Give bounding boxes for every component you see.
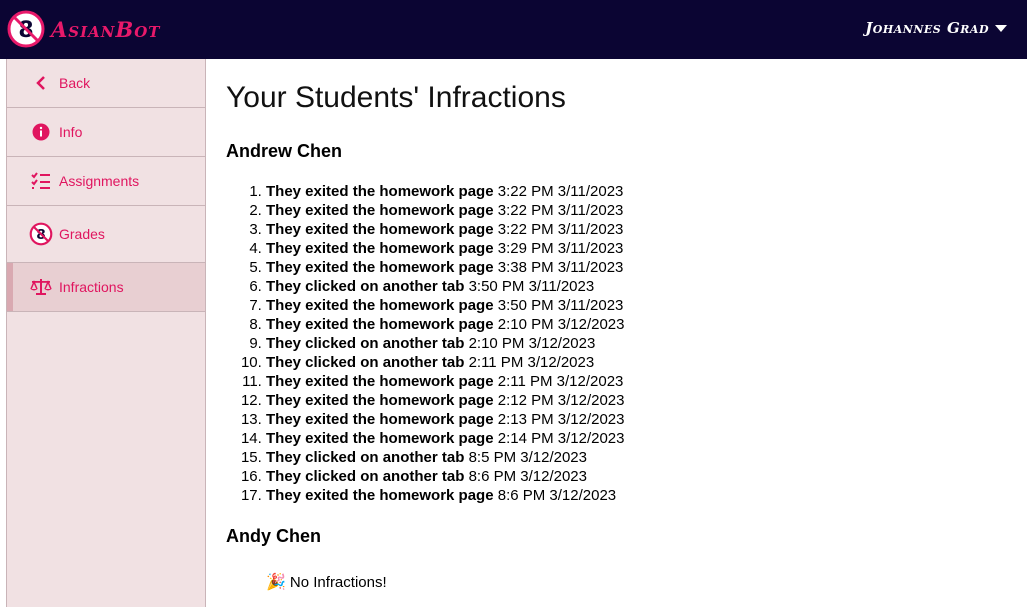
asianbot-logo-icon: 8 xyxy=(6,9,46,49)
infraction-action: They exited the homework page xyxy=(266,316,494,333)
app-logo[interactable]: 8 AsianBot xyxy=(6,9,160,49)
infraction-action: They exited the homework page xyxy=(266,221,494,238)
infraction-time: 2:11 PM 3/12/2023 xyxy=(497,373,624,390)
infraction-action: They clicked on another tab xyxy=(266,468,465,485)
caret-down-icon xyxy=(995,24,1007,32)
infraction-item: They exited the homework page 2:12 PM 3/… xyxy=(266,391,1016,410)
infraction-item: They exited the homework page 2:13 PM 3/… xyxy=(266,410,1016,429)
main-content: Your Students' Infractions Andrew Chen T… xyxy=(226,59,1016,592)
infraction-item: They exited the homework page 3:22 PM 3/… xyxy=(266,182,1016,201)
sidebar-item-label: Assignments xyxy=(59,173,140,189)
infraction-item: They exited the homework page 2:11 PM 3/… xyxy=(266,372,1016,391)
sidebar-item-back[interactable]: Back xyxy=(7,59,205,108)
infraction-time: 3:38 PM 3/11/2023 xyxy=(497,259,624,276)
infraction-time: 3:29 PM 3/11/2023 xyxy=(497,240,624,257)
page-title: Your Students' Infractions xyxy=(226,81,566,114)
infraction-time: 2:11 PM 3/12/2023 xyxy=(468,354,595,371)
infraction-time: 2:14 PM 3/12/2023 xyxy=(497,430,625,447)
infraction-item: They exited the homework page 3:50 PM 3/… xyxy=(266,296,1016,315)
sidebar-item-assignments[interactable]: Assignments xyxy=(7,157,205,206)
infraction-item: They exited the homework page 3:22 PM 3/… xyxy=(266,220,1016,239)
infraction-item: They clicked on another tab 3:50 PM 3/11… xyxy=(266,277,1016,296)
sidebar-item-label: Grades xyxy=(59,226,105,242)
infraction-action: They exited the homework page xyxy=(266,259,494,276)
infraction-time: 8:6 PM 3/12/2023 xyxy=(497,487,617,504)
sidebar-item-grades[interactable]: 8 Grades xyxy=(7,206,205,263)
no-infractions-text: No Infractions! xyxy=(289,573,387,591)
infraction-action: They clicked on another tab xyxy=(266,335,465,352)
infraction-time: 3:22 PM 3/11/2023 xyxy=(497,221,624,238)
sidebar-item-infractions[interactable]: Infractions xyxy=(7,263,205,312)
sidebar-item-info[interactable]: Info xyxy=(7,108,205,157)
infraction-item: They exited the homework page 2:10 PM 3/… xyxy=(266,315,1016,334)
app-name: AsianBot xyxy=(51,16,161,42)
user-menu[interactable]: Johannes Grad xyxy=(865,19,1007,37)
infraction-item: They clicked on another tab 2:11 PM 3/12… xyxy=(266,353,1016,372)
sidebar-item-label: Info xyxy=(59,124,83,140)
no-infractions-message: 🎉 No Infractions! xyxy=(266,572,1016,592)
infraction-time: 3:50 PM 3/11/2023 xyxy=(468,278,595,295)
student-name: Andrew Chen xyxy=(226,141,343,161)
infraction-action: They exited the homework page xyxy=(266,392,494,409)
infraction-time: 3:22 PM 3/11/2023 xyxy=(497,183,624,200)
student-name: Andy Chen xyxy=(226,526,322,546)
infraction-action: They clicked on another tab xyxy=(266,354,465,371)
infraction-action: They exited the homework page xyxy=(266,487,494,504)
info-icon xyxy=(29,120,53,144)
sidebar-item-label: Infractions xyxy=(59,279,124,295)
infraction-item: They clicked on another tab 8:5 PM 3/12/… xyxy=(266,448,1016,467)
infraction-action: They exited the homework page xyxy=(266,373,494,390)
infraction-action: They clicked on another tab xyxy=(266,449,465,466)
infraction-item: They exited the homework page 3:29 PM 3/… xyxy=(266,239,1016,258)
party-popper-icon: 🎉 xyxy=(266,574,286,591)
infraction-action: They exited the homework page xyxy=(266,183,494,200)
infraction-time: 3:50 PM 3/11/2023 xyxy=(497,297,624,314)
asianbot-logo-icon: 8 xyxy=(29,222,53,246)
infraction-item: They exited the homework page 3:22 PM 3/… xyxy=(266,201,1016,220)
infraction-action: They exited the homework page xyxy=(266,430,494,447)
infraction-action: They clicked on another tab xyxy=(266,278,465,295)
infraction-item: They clicked on another tab 8:6 PM 3/12/… xyxy=(266,467,1016,486)
top-navbar: 8 AsianBot Johannes Grad xyxy=(0,0,1027,59)
infraction-time: 8:6 PM 3/12/2023 xyxy=(468,468,587,485)
infraction-time: 2:10 PM 3/12/2023 xyxy=(497,316,625,333)
checklist-icon xyxy=(29,169,53,193)
infraction-time: 2:13 PM 3/12/2023 xyxy=(497,411,625,428)
infraction-time: 8:5 PM 3/12/2023 xyxy=(468,449,587,466)
infraction-action: They exited the homework page xyxy=(266,202,494,219)
infraction-time: 3:22 PM 3/11/2023 xyxy=(497,202,624,219)
infraction-time: 2:10 PM 3/12/2023 xyxy=(468,335,596,352)
user-name: Johannes Grad xyxy=(865,19,989,37)
infraction-item: They clicked on another tab 2:10 PM 3/12… xyxy=(266,334,1016,353)
infraction-item: They exited the homework page 8:6 PM 3/1… xyxy=(266,486,1016,505)
infraction-list: They exited the homework page 3:22 PM 3/… xyxy=(226,182,1016,505)
sidebar: Back Info Assignments 8 G xyxy=(6,59,206,607)
infraction-item: They exited the homework page 2:14 PM 3/… xyxy=(266,429,1016,448)
sidebar-item-label: Back xyxy=(59,75,91,91)
infraction-action: They exited the homework page xyxy=(266,411,494,428)
scale-icon xyxy=(29,275,53,299)
infraction-action: They exited the homework page xyxy=(266,240,494,257)
chevron-left-icon xyxy=(29,71,53,95)
infraction-time: 2:12 PM 3/12/2023 xyxy=(497,392,625,409)
infraction-action: They exited the homework page xyxy=(266,297,494,314)
infraction-item: They exited the homework page 3:38 PM 3/… xyxy=(266,258,1016,277)
